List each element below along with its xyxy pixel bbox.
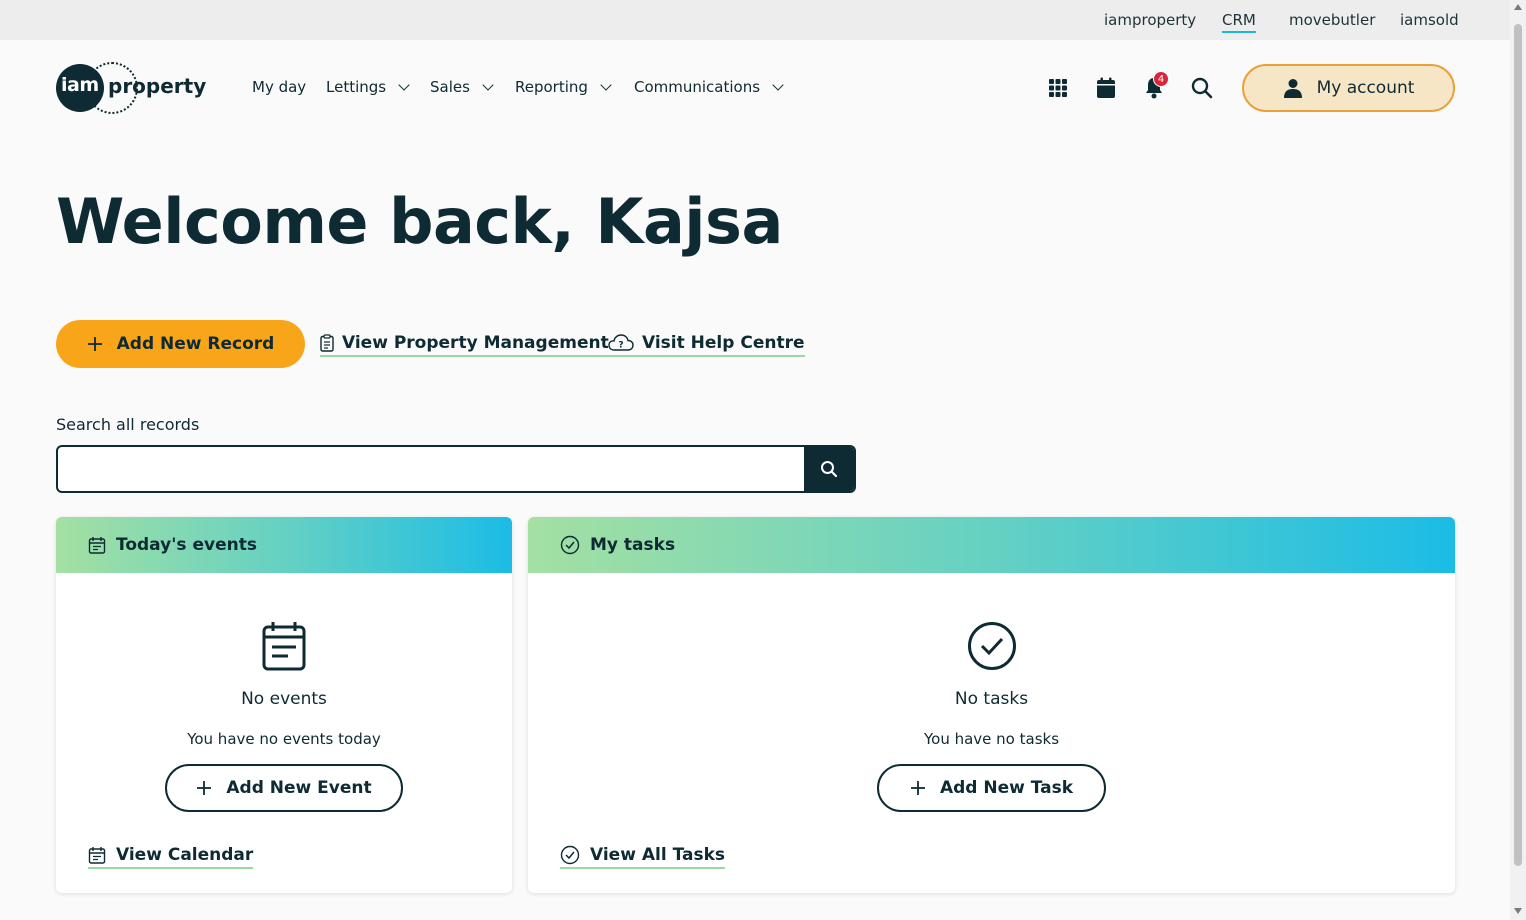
visit-help-centre-link[interactable]: ? Visit Help Centre [608, 333, 805, 357]
calendar-icon[interactable] [1092, 74, 1120, 102]
events-card-header: Today's events [56, 517, 512, 573]
my-account-button[interactable]: My account [1242, 64, 1455, 112]
nav-my-day[interactable]: My day [252, 78, 306, 96]
view-property-management-link[interactable]: View Property Management [320, 333, 609, 357]
events-empty-title: No events [241, 689, 327, 709]
plus-icon [87, 337, 102, 351]
view-all-tasks-link[interactable]: View All Tasks [560, 845, 725, 869]
page-title: Welcome back, Kajsa [56, 185, 783, 258]
add-new-task-label: Add New Task [939, 778, 1074, 798]
my-tasks-card: My tasks No tasks You have no tasks Add … [528, 517, 1455, 893]
view-calendar-label: View Calendar [116, 845, 254, 865]
nav-reporting-label: Reporting [515, 78, 588, 96]
cloud-help-icon: ? [608, 334, 634, 351]
check-circle-large-icon [967, 622, 1016, 670]
search-input[interactable] [58, 447, 806, 491]
apps-grid-icon[interactable] [1044, 74, 1072, 102]
search-label: Search all records [56, 415, 200, 434]
todays-events-card: Today's events No events You have no eve… [56, 517, 512, 893]
check-circle-icon [560, 535, 580, 555]
utility-bar: iamproperty CRM movebutler iamsold [0, 0, 1510, 40]
nav-my-day-label: My day [252, 78, 307, 96]
search-icon[interactable] [1188, 74, 1216, 102]
nav-lettings-label: Lettings [326, 78, 387, 96]
nav-reporting[interactable]: Reporting [515, 78, 612, 96]
search-submit-button[interactable] [804, 447, 854, 491]
scroll-up-arrow[interactable] [1514, 4, 1522, 10]
svg-text:?: ? [618, 341, 623, 351]
tasks-empty-subtitle: You have no tasks [923, 730, 1060, 748]
utility-link-crm[interactable]: CRM [1222, 11, 1256, 33]
view-all-tasks-label: View All Tasks [590, 845, 725, 865]
utility-link-iamproperty[interactable]: iamproperty [1104, 11, 1196, 29]
view-calendar-link[interactable]: View Calendar [88, 845, 254, 869]
clipboard-icon [320, 334, 334, 352]
chevron-down-icon [482, 78, 494, 91]
utility-link-iamsold[interactable]: iamsold [1400, 11, 1459, 29]
nav-communications-label: Communications [634, 78, 761, 96]
add-new-record-button[interactable]: Add New Record [56, 320, 305, 368]
nav-lettings[interactable]: Lettings [326, 78, 410, 96]
add-new-task-button[interactable]: Add New Task [877, 764, 1106, 812]
calendar-outline-icon [88, 537, 106, 554]
chevron-down-icon [600, 78, 612, 91]
view-property-management-label: View Property Management [342, 333, 609, 353]
add-new-record-label: Add New Record [116, 334, 275, 354]
tasks-empty-title: No tasks [954, 689, 1029, 709]
scrollbar-thumb[interactable] [1514, 24, 1522, 866]
my-account-label: My account [1316, 78, 1415, 98]
scroll-down-arrow[interactable] [1514, 908, 1522, 914]
logo-text-property: property [108, 74, 207, 98]
events-empty-subtitle: You have no events today [187, 730, 381, 748]
tasks-card-title: My tasks [590, 535, 676, 555]
notification-count-badge: 4 [1153, 71, 1169, 87]
tasks-card-header: My tasks [528, 517, 1455, 573]
search-icon [821, 461, 838, 478]
calendar-outline-icon [88, 847, 106, 864]
events-card-title: Today's events [116, 535, 257, 555]
utility-link-movebutler[interactable]: movebutler [1289, 11, 1375, 29]
plus-icon [197, 781, 212, 795]
chevron-down-icon [398, 78, 410, 91]
logo-text-iam: iam [61, 74, 99, 96]
nav-sales-label: Sales [430, 78, 470, 96]
add-new-event-label: Add New Event [226, 778, 372, 798]
nav-communications[interactable]: Communications [634, 78, 784, 96]
plus-icon [910, 781, 925, 795]
iamproperty-logo[interactable]: iam property [56, 62, 206, 114]
chevron-down-icon [772, 78, 784, 91]
search-box [56, 445, 856, 493]
add-new-event-button[interactable]: Add New Event [165, 764, 403, 812]
user-icon [1283, 79, 1302, 98]
visit-help-centre-label: Visit Help Centre [642, 333, 805, 353]
nav-sales[interactable]: Sales [430, 78, 494, 96]
check-circle-icon [560, 845, 580, 865]
scrollbar[interactable] [1510, 0, 1526, 920]
calendar-large-icon [262, 622, 306, 671]
